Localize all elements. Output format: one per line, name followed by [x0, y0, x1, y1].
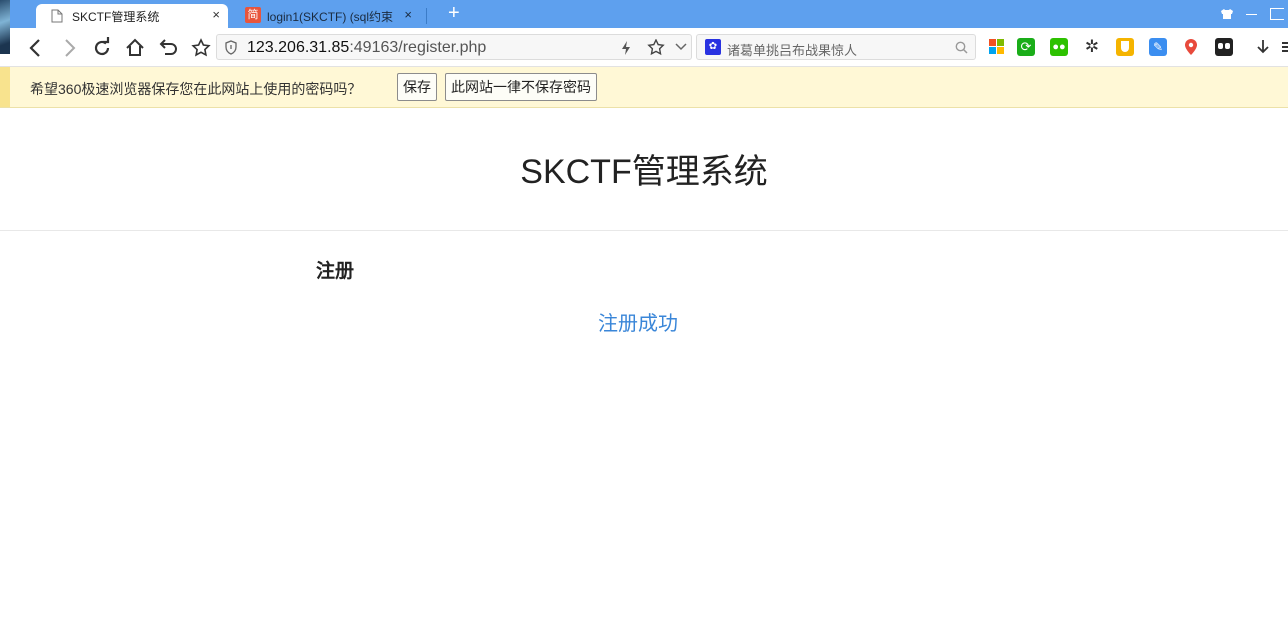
- search-box[interactable]: ✿ 诸葛单挑吕布战果惊人: [696, 34, 976, 60]
- address-bar[interactable]: 123.206.31.85:49163/register.php: [216, 34, 692, 60]
- bug-icon[interactable]: ✲: [1083, 38, 1101, 56]
- bookmark-star-icon[interactable]: [190, 37, 212, 59]
- tab-title: SKCTF管理系统: [72, 10, 160, 24]
- tv-icon[interactable]: [1215, 38, 1233, 56]
- save-password-button[interactable]: 保存: [397, 73, 437, 101]
- tab-skctf[interactable]: SKCTF管理系统 ×: [36, 4, 228, 28]
- password-save-message: 希望360极速浏览器保存您在此网站上使用的密码吗？: [30, 81, 362, 97]
- close-tab-icon[interactable]: ×: [212, 7, 220, 22]
- section-heading: 注册: [316, 261, 355, 282]
- jianshu-icon: 简: [245, 7, 261, 23]
- chevron-down-icon[interactable]: [675, 43, 687, 51]
- map-pin-icon[interactable]: [1182, 38, 1200, 56]
- new-tab-button[interactable]: +: [448, 2, 460, 24]
- url-text[interactable]: 123.206.31.85:49163/register.php: [247, 39, 486, 57]
- reload-icon[interactable]: [91, 37, 113, 59]
- user-avatar[interactable]: [0, 0, 10, 54]
- minimize-button[interactable]: [1246, 14, 1257, 15]
- forward-icon[interactable]: [58, 37, 80, 59]
- page-icon: [51, 9, 63, 23]
- close-tab-icon[interactable]: ×: [404, 7, 412, 22]
- tab-strip: SKCTF管理系统 × 简 login1(SKCTF) (sql约束 × +: [0, 0, 1288, 54]
- search-icon[interactable]: [955, 41, 968, 54]
- url-host: 123.206.31.85: [247, 39, 350, 56]
- tab-separator: [426, 8, 427, 24]
- divider: [0, 230, 1288, 231]
- url-path: :49163/register.php: [349, 39, 487, 56]
- home-icon[interactable]: [124, 37, 146, 59]
- search-input[interactable]: 诸葛单挑吕布战果惊人: [727, 40, 857, 59]
- skin-icon[interactable]: [1221, 9, 1233, 19]
- baidu-paw-icon: ✿: [705, 39, 721, 55]
- refresh-extension-icon[interactable]: ⟳: [1017, 38, 1035, 56]
- app-grid-icon[interactable]: [988, 38, 1006, 56]
- menu-icon[interactable]: [1282, 38, 1288, 56]
- shield-icon[interactable]: [224, 40, 238, 55]
- success-message: 注册成功: [598, 313, 678, 335]
- back-icon[interactable]: [25, 37, 47, 59]
- shield-extension-icon[interactable]: [1116, 38, 1134, 56]
- password-save-bar: 希望360极速浏览器保存您在此网站上使用的密码吗？ 保存 此网站一律不保存密码: [0, 67, 1288, 108]
- never-save-password-button[interactable]: 此网站一律不保存密码: [445, 73, 597, 101]
- feather-icon[interactable]: ✎: [1149, 38, 1167, 56]
- browser-toolbar: 123.206.31.85:49163/register.php ✿ 诸葛单挑吕…: [0, 28, 1288, 67]
- lightning-icon[interactable]: [621, 41, 631, 55]
- page-title: SKCTF管理系统: [520, 153, 768, 191]
- infobar-accent: [0, 67, 10, 107]
- favorite-star-icon[interactable]: [647, 39, 665, 56]
- maximize-button[interactable]: [1270, 8, 1284, 20]
- download-icon[interactable]: [1254, 38, 1272, 56]
- wechat-icon[interactable]: ●●: [1050, 38, 1068, 56]
- tab-title: login1(SKCTF) (sql约束: [267, 10, 394, 24]
- tab-login1[interactable]: 简 login1(SKCTF) (sql约束 ×: [236, 4, 424, 28]
- undo-close-icon[interactable]: [157, 37, 179, 59]
